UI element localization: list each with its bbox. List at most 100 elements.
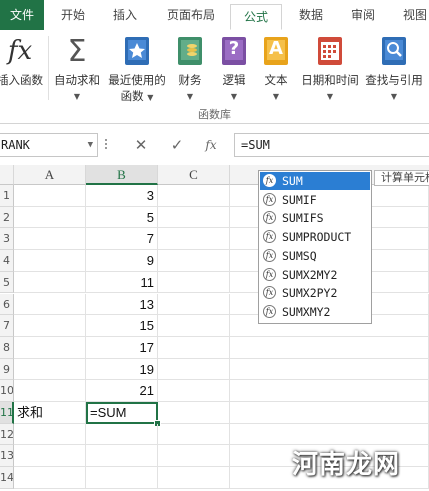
tab-insert[interactable]: 插入 bbox=[102, 0, 148, 30]
date-time-button[interactable]: 日期和时间 ▼ bbox=[298, 34, 362, 104]
grid-cell[interactable] bbox=[230, 423, 429, 446]
grid-cell[interactable] bbox=[158, 467, 230, 489]
tab-file[interactable]: 文件 bbox=[0, 0, 44, 30]
grid-cell[interactable] bbox=[86, 423, 158, 446]
recently-used-button[interactable]: 最近使用的 函数 ▼ bbox=[104, 34, 170, 104]
autocomplete-item-label: SUMX2PY2 bbox=[282, 286, 338, 301]
grid-cell[interactable] bbox=[158, 293, 230, 316]
tab-view[interactable]: 视图 bbox=[392, 0, 429, 30]
autosum-button[interactable]: Σ 自动求和 ▼ bbox=[50, 34, 104, 104]
grid-cell[interactable] bbox=[14, 467, 86, 489]
grid-cell[interactable] bbox=[158, 423, 230, 446]
cancel-button[interactable]: ✕ bbox=[130, 135, 152, 155]
insert-function-fx-button[interactable]: fx bbox=[200, 135, 222, 155]
row-header[interactable]: 9 bbox=[0, 358, 14, 381]
row-header[interactable]: 5 bbox=[0, 271, 14, 294]
row-header[interactable]: 12 bbox=[0, 423, 14, 446]
grid-cell[interactable]: 3 bbox=[86, 185, 158, 207]
grid-cell[interactable] bbox=[158, 402, 230, 424]
row-header[interactable]: 2 bbox=[0, 206, 14, 229]
grid-cell[interactable] bbox=[14, 293, 86, 316]
logical-button[interactable]: ? 逻辑 ▼ bbox=[216, 34, 252, 104]
grid-cell[interactable] bbox=[158, 380, 230, 402]
grid-cell[interactable] bbox=[158, 185, 230, 207]
autocomplete-item[interactable]: fx SUMSQ bbox=[260, 247, 370, 265]
autocomplete-item[interactable]: fx SUMXMY2 bbox=[260, 303, 370, 321]
row-header[interactable]: 10 bbox=[0, 380, 14, 402]
grid-cell[interactable] bbox=[158, 336, 230, 359]
text-button[interactable]: A 文本 ▼ bbox=[258, 34, 294, 104]
grid-cell[interactable] bbox=[230, 380, 429, 402]
insert-function-button[interactable]: fx 插入函数 bbox=[0, 34, 46, 104]
select-all-corner[interactable] bbox=[0, 165, 14, 185]
tab-home[interactable]: 开始 bbox=[50, 0, 96, 30]
grid-cell[interactable] bbox=[14, 315, 86, 337]
row-header[interactable]: 11 bbox=[0, 402, 14, 424]
autocomplete-item[interactable]: fx SUMX2PY2 bbox=[260, 284, 370, 302]
grid-cell[interactable]: 17 bbox=[86, 336, 158, 359]
financial-book-icon bbox=[176, 36, 204, 69]
grid-cell[interactable]: 11 bbox=[86, 271, 158, 294]
row-header[interactable]: 14 bbox=[0, 467, 14, 489]
active-cell-b11[interactable]: =SUM bbox=[86, 402, 158, 424]
function-autocomplete-list[interactable]: fx SUM fx SUMIF fx SUMIFS fx SUMPRODUCT fx SUMSQ f… bbox=[258, 170, 372, 324]
lookup-reference-button[interactable]: 查找与引用 ▼ bbox=[362, 34, 426, 104]
grid-cell[interactable] bbox=[14, 445, 86, 468]
tab-page-layout[interactable]: 页面布局 bbox=[158, 0, 224, 30]
autocomplete-item[interactable]: fx SUMPRODUCT bbox=[260, 228, 370, 246]
tab-formulas[interactable]: 公式 bbox=[230, 4, 282, 30]
row-header[interactable]: 1 bbox=[0, 185, 14, 207]
grid-cell[interactable] bbox=[14, 228, 86, 251]
tab-review[interactable]: 审阅 bbox=[340, 0, 386, 30]
grid-cell[interactable] bbox=[14, 271, 86, 294]
row-header[interactable]: 6 bbox=[0, 293, 14, 316]
grid-cell[interactable] bbox=[158, 250, 230, 272]
grid-cell[interactable]: 21 bbox=[86, 380, 158, 402]
grid-cell[interactable]: 5 bbox=[86, 206, 158, 229]
column-header-b[interactable]: B bbox=[86, 165, 158, 185]
row-header[interactable]: 13 bbox=[0, 445, 14, 468]
grid-cell[interactable] bbox=[230, 402, 429, 424]
formula-bar-grip[interactable] bbox=[104, 137, 108, 153]
grid-cell[interactable]: 求和 bbox=[14, 402, 86, 424]
autocomplete-item[interactable]: fx SUMX2MY2 bbox=[260, 266, 370, 284]
autocomplete-item[interactable]: fx SUMIF bbox=[260, 191, 370, 209]
grid-cell[interactable] bbox=[14, 206, 86, 229]
name-box[interactable]: RANK ▼ bbox=[0, 133, 98, 157]
financial-button[interactable]: 财务 ▼ bbox=[172, 34, 208, 104]
grid-cell[interactable] bbox=[230, 358, 429, 381]
grid-cell[interactable] bbox=[14, 423, 86, 446]
autocomplete-item[interactable]: fx SUMIFS bbox=[260, 209, 370, 227]
enter-button[interactable]: ✓ bbox=[166, 135, 188, 155]
grid-cell[interactable] bbox=[86, 467, 158, 489]
row-header[interactable]: 8 bbox=[0, 336, 14, 359]
chevron-down-icon[interactable]: ▼ bbox=[88, 134, 93, 156]
formula-input[interactable]: =SUM bbox=[234, 133, 429, 157]
row-header[interactable]: 3 bbox=[0, 228, 14, 251]
grid-cell[interactable] bbox=[14, 358, 86, 381]
grid-cell[interactable] bbox=[158, 271, 230, 294]
grid-cell[interactable] bbox=[158, 358, 230, 381]
grid-cell[interactable] bbox=[230, 336, 429, 359]
grid-cell[interactable] bbox=[14, 380, 86, 402]
row-header[interactable]: 4 bbox=[0, 250, 14, 272]
grid-cell[interactable]: 7 bbox=[86, 228, 158, 251]
grid-cell[interactable] bbox=[14, 336, 86, 359]
grid-cell[interactable] bbox=[14, 185, 86, 207]
name-box-value: RANK bbox=[1, 138, 30, 152]
grid-cell[interactable]: 9 bbox=[86, 250, 158, 272]
grid-cell[interactable] bbox=[158, 315, 230, 337]
grid-cell[interactable]: 15 bbox=[86, 315, 158, 337]
grid-cell[interactable] bbox=[14, 250, 86, 272]
tab-data[interactable]: 数据 bbox=[288, 0, 334, 30]
grid-cell[interactable] bbox=[86, 445, 158, 468]
row-header[interactable]: 7 bbox=[0, 315, 14, 337]
grid-cell[interactable]: 13 bbox=[86, 293, 158, 316]
column-header-a[interactable]: A bbox=[14, 165, 86, 185]
grid-cell[interactable] bbox=[158, 445, 230, 468]
grid-cell[interactable]: 19 bbox=[86, 358, 158, 381]
autocomplete-item[interactable]: fx SUM bbox=[260, 172, 370, 190]
grid-cell[interactable] bbox=[158, 206, 230, 229]
column-header-c[interactable]: C bbox=[158, 165, 230, 185]
grid-cell[interactable] bbox=[158, 228, 230, 251]
